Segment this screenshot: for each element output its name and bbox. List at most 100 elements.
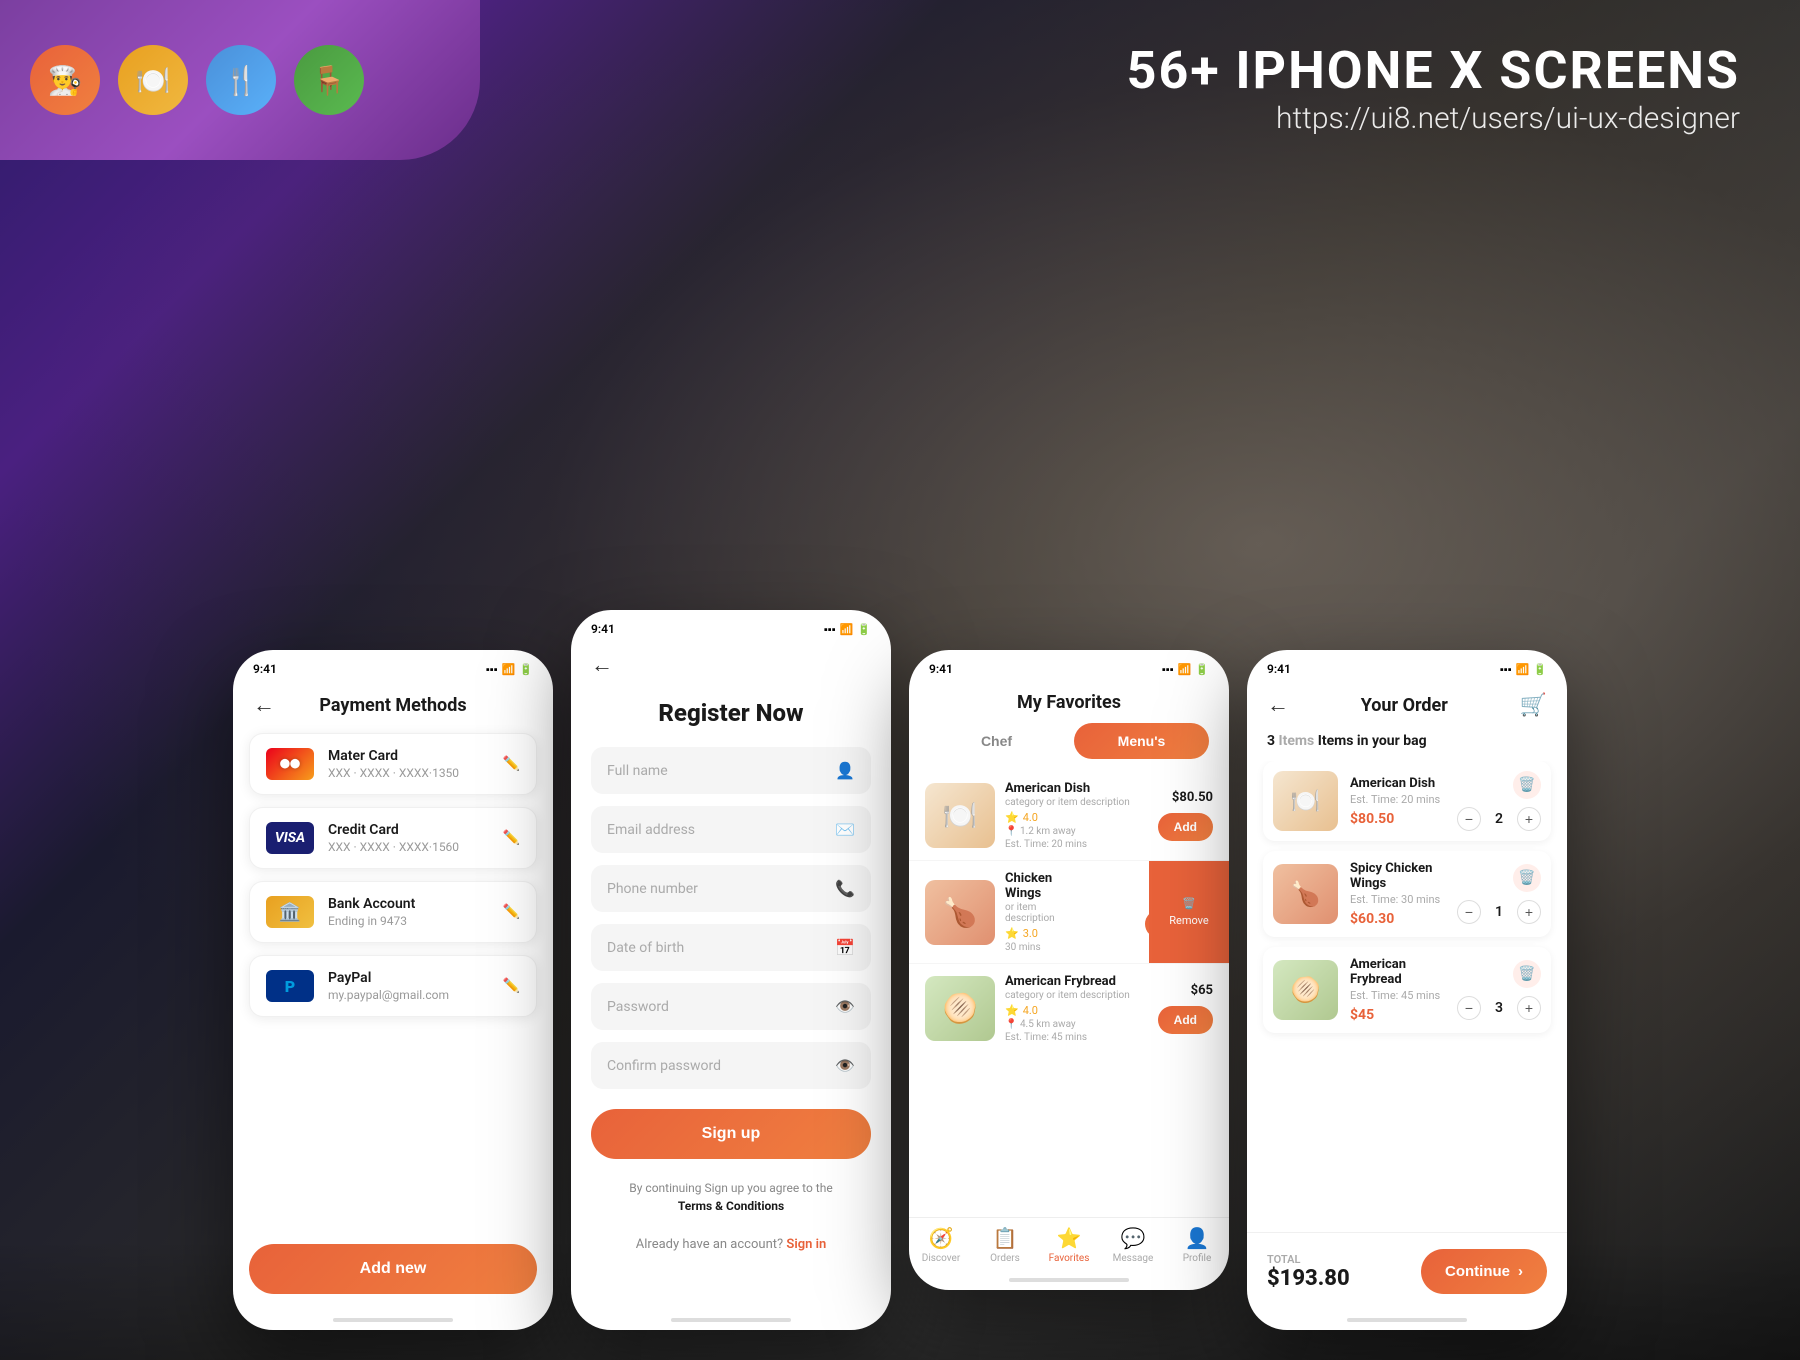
status-time-2: 9:41 bbox=[591, 622, 615, 636]
signin-link[interactable]: Sign in bbox=[786, 1237, 826, 1252]
nav-message[interactable]: 💬 Message bbox=[1101, 1226, 1165, 1264]
back-button-4[interactable]: ← bbox=[1267, 692, 1289, 718]
confirm-password-placeholder: Confirm password bbox=[607, 1058, 835, 1074]
order-controls-1: 🗑️ − 2 + bbox=[1457, 771, 1541, 831]
email-placeholder: Email address bbox=[607, 822, 835, 838]
order-img-2: 🍗 bbox=[1273, 864, 1338, 924]
food-rating-2: ⭐ 3.0 bbox=[1005, 927, 1055, 940]
remove-action[interactable]: 🗑️ Remove bbox=[1149, 861, 1229, 963]
confirm-password-field[interactable]: Confirm password 👁️ bbox=[591, 1042, 871, 1089]
signup-button[interactable]: Sign up bbox=[591, 1109, 871, 1159]
nav-favorites[interactable]: ⭐ Favorites bbox=[1037, 1226, 1101, 1264]
order-time-1: Est. Time: 20 mins bbox=[1350, 793, 1445, 806]
qty-control-2: − 1 + bbox=[1457, 900, 1541, 924]
continue-arrow-icon: › bbox=[1518, 1263, 1523, 1280]
payment-item-paypal[interactable]: P PayPal my.paypal@gmail.com ✏️ bbox=[249, 955, 537, 1017]
food-right-1: $80.50 Add bbox=[1158, 790, 1213, 841]
phone-register: 9:41 ▪▪▪📶🔋 ← Register Now Full name 👤 Em… bbox=[571, 610, 891, 1330]
phone-icon: 📞 bbox=[835, 879, 855, 898]
food-item-chicken-wings: 🍗 Chicken Wings or item description ⭐ 3.… bbox=[909, 861, 1229, 964]
dob-placeholder: Date of birth bbox=[607, 940, 835, 956]
order-item-2: 🍗 Spicy Chicken Wings Est. Time: 30 mins… bbox=[1263, 851, 1551, 937]
nav-discover[interactable]: 🧭 Discover bbox=[909, 1226, 973, 1264]
mastercard-logo: ⬤⬤ bbox=[266, 748, 314, 780]
food-app-icon[interactable]: 🍽️ bbox=[118, 45, 188, 115]
bank-logo: 🏛️ bbox=[266, 896, 314, 928]
qty-decrease-3[interactable]: − bbox=[1457, 996, 1481, 1020]
tab-menus[interactable]: Menu's bbox=[1074, 723, 1209, 759]
register-header: ← bbox=[571, 642, 891, 683]
email-field[interactable]: Email address ✉️ bbox=[591, 806, 871, 853]
food-name-3: American Frybread bbox=[1005, 974, 1148, 989]
phone-payment-methods: 9:41 ▪▪▪ 📶 🔋 ← Payment Methods bbox=[233, 650, 553, 1330]
chef-app-icon[interactable]: 👨‍🍳 bbox=[30, 45, 100, 115]
favorites-header: My Favorites bbox=[909, 682, 1229, 723]
favorites-icon: ⭐ bbox=[1057, 1226, 1082, 1250]
favorites-nav-label: Favorites bbox=[1049, 1253, 1090, 1264]
mastercard-info: Mater Card XXX · XXXX · XXXX·1350 bbox=[328, 748, 489, 780]
payment-item-mastercard[interactable]: ⬤⬤ Mater Card XXX · XXXX · XXXX·1350 ✏️ bbox=[249, 733, 537, 795]
visa-logo: VISA bbox=[266, 822, 314, 854]
order-controls-2: 🗑️ − 1 + bbox=[1457, 864, 1541, 924]
nav-orders[interactable]: 📋 Orders bbox=[973, 1226, 1037, 1264]
total-amount: $193.80 bbox=[1267, 1266, 1350, 1291]
food-right-3: $65 Add bbox=[1158, 983, 1213, 1034]
qty-decrease-2[interactable]: − bbox=[1457, 900, 1481, 924]
favorites-tabs: Chef Menu's bbox=[909, 723, 1229, 771]
food-location-3: 📍 4.5 km away bbox=[1005, 1019, 1148, 1030]
bank-edit[interactable]: ✏️ bbox=[503, 904, 520, 920]
paypal-edit[interactable]: ✏️ bbox=[503, 978, 520, 994]
orders-label: Orders bbox=[990, 1253, 1020, 1264]
payment-item-bank[interactable]: 🏛️ Bank Account Ending in 9473 ✏️ bbox=[249, 881, 537, 943]
continue-button[interactable]: Continue › bbox=[1421, 1249, 1547, 1294]
food-price-3: $65 bbox=[1191, 983, 1213, 998]
delete-order-2[interactable]: 🗑️ bbox=[1513, 864, 1541, 892]
order-controls-3: 🗑️ − 3 + bbox=[1457, 960, 1541, 1020]
add-new-button[interactable]: Add new bbox=[249, 1244, 537, 1294]
food-rating-3: ⭐ 4.0 bbox=[1005, 1004, 1148, 1017]
terms-link[interactable]: Terms & Conditions bbox=[678, 1199, 784, 1213]
bag-count: 3 bbox=[1267, 733, 1275, 749]
mastercard-edit[interactable]: ✏️ bbox=[503, 756, 520, 772]
mastercard-name: Mater Card bbox=[328, 748, 489, 764]
delete-order-1[interactable]: 🗑️ bbox=[1513, 771, 1541, 799]
visa-info: Credit Card XXX · XXXX · XXXX·1560 bbox=[328, 822, 489, 854]
phones-container: 9:41 ▪▪▪ 📶 🔋 ← Payment Methods bbox=[20, 610, 1780, 1330]
promo-url: https://ui8.net/users/ui-ux-designer bbox=[1127, 101, 1740, 136]
restaurant-app-icon[interactable]: 🪑 bbox=[294, 45, 364, 115]
order-info-3: American Frybread Est. Time: 45 mins $45 bbox=[1350, 957, 1445, 1023]
password-placeholder: Password bbox=[607, 999, 835, 1015]
add-food-button-1[interactable]: Add bbox=[1158, 813, 1213, 841]
order-header: ← Your Order 🛒 bbox=[1247, 682, 1567, 733]
qty-increase-1[interactable]: + bbox=[1517, 807, 1541, 831]
back-button-2[interactable]: ← bbox=[591, 653, 613, 678]
back-button-1[interactable]: ← bbox=[253, 692, 275, 718]
food-name-2: Chicken Wings bbox=[1005, 871, 1055, 901]
register-form: Full name 👤 Email address ✉️ Phone numbe… bbox=[571, 747, 891, 1310]
visa-edit[interactable]: ✏️ bbox=[503, 830, 520, 846]
payment-item-visa[interactable]: VISA Credit Card XXX · XXXX · XXXX·1560 … bbox=[249, 807, 537, 869]
password-field[interactable]: Password 👁️ bbox=[591, 983, 871, 1030]
qty-increase-2[interactable]: + bbox=[1517, 900, 1541, 924]
nav-profile[interactable]: 👤 Profile bbox=[1165, 1226, 1229, 1264]
tab-chef[interactable]: Chef bbox=[929, 723, 1064, 759]
qty-increase-3[interactable]: + bbox=[1517, 996, 1541, 1020]
order-item-1: 🍽️ American Dish Est. Time: 20 mins $80.… bbox=[1263, 761, 1551, 841]
discover-icon: 🧭 bbox=[929, 1226, 954, 1250]
dob-field[interactable]: Date of birth 📅 bbox=[591, 924, 871, 971]
dining-app-icon[interactable]: 🍴 bbox=[206, 45, 276, 115]
phone-field[interactable]: Phone number 📞 bbox=[591, 865, 871, 912]
qty-decrease-1[interactable]: − bbox=[1457, 807, 1481, 831]
delete-order-3[interactable]: 🗑️ bbox=[1513, 960, 1541, 988]
fullname-field[interactable]: Full name 👤 bbox=[591, 747, 871, 794]
cart-icon[interactable]: 🛒 bbox=[1520, 693, 1547, 718]
add-food-button-3[interactable]: Add bbox=[1158, 1006, 1213, 1034]
items-label: Items bbox=[1279, 733, 1315, 749]
status-icons-1: ▪▪▪ 📶 🔋 bbox=[486, 663, 533, 676]
fullname-icon: 👤 bbox=[835, 761, 855, 780]
qty-control-1: − 2 + bbox=[1457, 807, 1541, 831]
paypal-info: PayPal my.paypal@gmail.com bbox=[328, 970, 489, 1002]
password-toggle-icon[interactable]: 👁️ bbox=[835, 997, 855, 1016]
confirm-password-toggle-icon[interactable]: 👁️ bbox=[835, 1056, 855, 1075]
food-time-1: Est. Time: 20 mins bbox=[1005, 839, 1148, 850]
